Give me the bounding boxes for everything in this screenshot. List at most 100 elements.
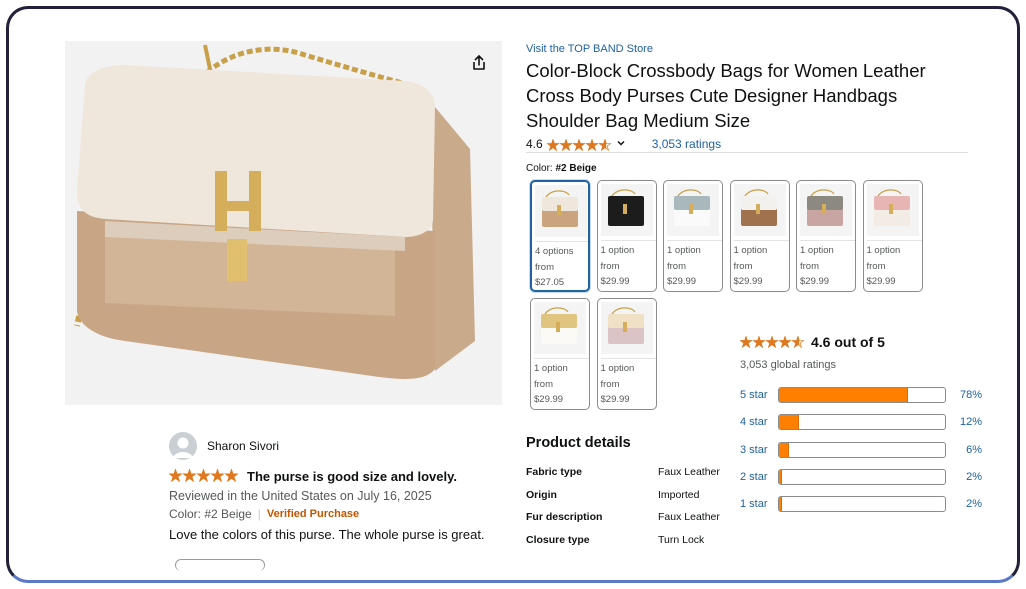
- detail-row: Origin Imported: [526, 489, 746, 501]
- swatch-bag-image: [667, 184, 719, 236]
- customer-review: Sharon Sivori The purse is good size and…: [168, 431, 509, 571]
- detail-key: Fur description: [526, 511, 603, 523]
- swatch-bag-image: [600, 302, 653, 354]
- swatch-options: 1 option: [866, 245, 901, 256]
- swatch-text: 1 option from $29.99: [733, 240, 789, 290]
- swatch-options: 1 option: [534, 363, 568, 374]
- detail-key: Fabric type: [526, 466, 583, 478]
- reviewer-name[interactable]: Sharon Sivori: [207, 439, 279, 453]
- histogram-bar[interactable]: [778, 468, 946, 485]
- selected-color: #2 Beige: [555, 163, 597, 174]
- histogram-bar[interactable]: [778, 414, 946, 431]
- swatch-bag-image: [600, 184, 653, 236]
- detail-row: Fabric type Faux Leather: [526, 466, 746, 478]
- rating-value: 4.6: [526, 137, 543, 151]
- histogram-bar[interactable]: [778, 387, 946, 403]
- swatch-price: $29.99: [866, 276, 896, 287]
- product-details-heading: Product details: [526, 435, 631, 451]
- swatch-from: from: [600, 260, 620, 272]
- product-image[interactable]: [65, 41, 502, 405]
- swatch-text: 1 option from $29.99: [600, 358, 656, 408]
- swatch-price: $29.99: [800, 276, 830, 287]
- store-link[interactable]: Visit the TOP BAND Store: [526, 43, 653, 55]
- swatch-price: $29.99: [600, 276, 630, 287]
- swatch-options: 1 option: [600, 245, 635, 256]
- divider: [526, 152, 968, 153]
- histogram-percent[interactable]: 6%: [946, 444, 982, 456]
- share-icon[interactable]: [467, 51, 491, 75]
- star-level-link[interactable]: 3 star: [740, 444, 778, 456]
- review-stars-icon: [168, 467, 239, 485]
- swatch-options: 1 option: [733, 245, 768, 256]
- review-title-row: The purse is good size and lovely.: [168, 467, 509, 485]
- histogram-fill: [779, 388, 909, 402]
- swatch-text: 4 options from $27.05: [535, 241, 588, 290]
- color-swatch[interactable]: 1 option from $29.99: [729, 180, 790, 292]
- review-date: Reviewed in the United States on July 16…: [169, 489, 432, 503]
- histogram-row[interactable]: 4 star 12%: [740, 413, 982, 431]
- ratings-summary: 4.6 out of 5: [739, 333, 885, 351]
- histogram-bar[interactable]: [778, 441, 946, 458]
- histogram-fill: [779, 442, 789, 457]
- review-color: Color: #2 Beige: [169, 507, 252, 521]
- color-label-text: Color:: [526, 163, 553, 174]
- histogram-percent[interactable]: 2%: [946, 471, 982, 483]
- color-label: Color: #2 Beige: [526, 163, 597, 174]
- color-swatch[interactable]: 1 option from $29.99: [663, 180, 723, 292]
- histogram-percent[interactable]: 2%: [946, 498, 982, 510]
- swatch-price: $29.99: [667, 276, 697, 287]
- color-swatch[interactable]: 1 option from $29.99: [596, 298, 657, 410]
- helpful-button[interactable]: [175, 559, 265, 571]
- swatch-bag-image: [800, 184, 852, 236]
- swatch-price: $27.05: [535, 277, 565, 288]
- avatar[interactable]: [169, 432, 197, 460]
- color-swatch[interactable]: 1 option from $29.99: [530, 298, 590, 410]
- swatch-text: 1 option from $29.99: [800, 240, 855, 290]
- swatch-price: $29.99: [733, 276, 763, 287]
- histogram-row[interactable]: 1 star 2%: [740, 495, 982, 513]
- color-swatch[interactable]: 1 option from $29.99: [862, 180, 923, 292]
- verified-purchase-badge: Verified Purchase: [266, 508, 360, 520]
- rating-stars-icon[interactable]: [546, 137, 612, 151]
- star-level-link[interactable]: 4 star: [740, 416, 778, 428]
- swatch-options: 1 option: [667, 245, 701, 256]
- histogram-percent[interactable]: 12%: [946, 416, 982, 428]
- summary-stars-icon: [739, 333, 805, 351]
- detail-row: Closure type Turn Lock: [526, 534, 746, 546]
- swatch-text: 1 option from $29.99: [600, 240, 656, 290]
- color-swatch[interactable]: 1 option from $29.99: [596, 180, 657, 292]
- swatch-options: 1 option: [600, 363, 635, 374]
- beige-handbag-image: [65, 41, 502, 405]
- histogram-fill: [779, 497, 783, 512]
- color-swatch[interactable]: 4 options from $27.05: [530, 180, 590, 292]
- chevron-down-icon[interactable]: [616, 137, 626, 151]
- swatch-options: 1 option: [800, 245, 834, 256]
- swatch-from: from: [667, 260, 686, 272]
- swatch-text: 1 option from $29.99: [534, 358, 589, 408]
- detail-value: Faux Leather: [658, 511, 720, 523]
- swatch-bag-image: [535, 185, 587, 237]
- swatch-from: from: [733, 260, 753, 272]
- review-body: Love the colors of this purse. The whole…: [169, 527, 485, 542]
- detail-key: Closure type: [526, 533, 590, 546]
- histogram-bar[interactable]: [778, 496, 946, 513]
- star-level-link[interactable]: 5 star: [740, 389, 778, 401]
- swatch-options: 4 options: [535, 246, 574, 257]
- histogram-row[interactable]: 3 star 6%: [740, 441, 982, 459]
- ratings-count-link[interactable]: 3,053 ratings: [652, 137, 721, 151]
- divider: |: [257, 507, 261, 521]
- rating-out-of: 4.6 out of 5: [811, 334, 885, 350]
- color-swatch[interactable]: 1 option from $29.99: [796, 180, 856, 292]
- detail-value: Imported: [658, 488, 700, 501]
- rating-row: 4.6 3,053 ratings: [526, 136, 721, 152]
- swatch-bag-image: [866, 184, 919, 236]
- swatch-bag-image: [733, 184, 786, 236]
- detail-value: Faux Leather: [658, 466, 720, 478]
- review-title[interactable]: The purse is good size and lovely.: [247, 469, 457, 484]
- swatch-price: $29.99: [534, 394, 564, 405]
- histogram-row[interactable]: 2 star 2%: [740, 468, 982, 486]
- reviewer: Sharon Sivori: [169, 431, 509, 461]
- swatch-text: 1 option from $29.99: [667, 240, 722, 290]
- histogram-percent[interactable]: 78%: [946, 389, 982, 401]
- histogram-row[interactable]: 5 star 78%: [740, 386, 982, 404]
